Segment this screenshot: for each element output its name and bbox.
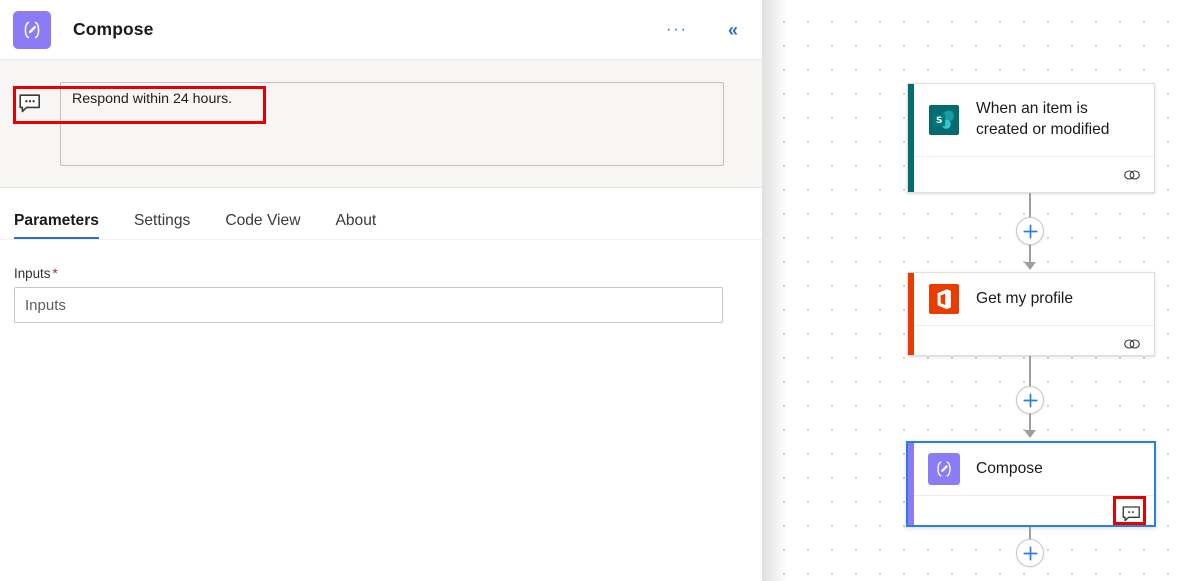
collapse-panel-button[interactable]: « — [720, 17, 746, 43]
required-asterisk: * — [52, 266, 58, 281]
node-title: Compose — [976, 459, 1043, 477]
link-icon[interactable] — [1123, 337, 1141, 351]
node-body: S When an item is created or modified — [914, 84, 1154, 192]
tab-code-view[interactable]: Code View — [225, 212, 300, 239]
node-title: When an item is created or modified — [976, 100, 1110, 138]
flow-node-get-my-profile[interactable]: Get my profile — [907, 272, 1155, 356]
node-title: Get my profile — [976, 289, 1074, 307]
node-header: Compose — [914, 443, 1154, 495]
inputs-field[interactable] — [14, 287, 723, 323]
link-icon[interactable] — [1123, 168, 1141, 182]
inputs-label: Inputs * — [14, 266, 723, 281]
comment-icon[interactable] — [1122, 505, 1141, 522]
flow-designer: Compose ··· « Respond within 24 hours. P… — [0, 0, 1178, 581]
add-step-button-2[interactable] — [1016, 386, 1044, 414]
svg-text:S: S — [936, 116, 942, 126]
node-body: Get my profile — [914, 273, 1154, 355]
compose-app-icon — [13, 10, 51, 49]
comment-icon — [0, 82, 60, 113]
action-details-panel: Compose ··· « Respond within 24 hours. P… — [0, 0, 762, 581]
sharepoint-icon: S — [928, 104, 960, 136]
parameters-panel: Inputs * — [0, 240, 762, 323]
node-footer — [914, 156, 1154, 192]
node-header: S When an item is created or modified — [914, 84, 1154, 156]
panel-header: Compose ··· « — [0, 0, 762, 59]
canvas-edge-shadow — [762, 0, 788, 581]
flow-node-compose[interactable]: Compose — [906, 441, 1156, 527]
flow-canvas[interactable]: S When an item is created or modified Ge… — [762, 0, 1178, 581]
node-footer — [914, 325, 1154, 355]
tab-about[interactable]: About — [335, 212, 376, 239]
more-options-button[interactable]: ··· — [658, 18, 698, 42]
page-title: Compose — [73, 19, 154, 39]
office365-icon — [928, 283, 960, 315]
comment-textarea[interactable]: Respond within 24 hours. — [60, 82, 724, 166]
connector-arrow-2 — [1024, 430, 1036, 438]
connector-line-2 — [1029, 356, 1031, 386]
comment-strip: Respond within 24 hours. — [0, 59, 762, 188]
node-body: Compose — [914, 443, 1154, 525]
node-footer — [914, 495, 1154, 525]
tab-bar: Parameters Settings Code View About — [0, 188, 762, 240]
add-step-button-3[interactable] — [1016, 539, 1044, 567]
flow-node-trigger[interactable]: S When an item is created or modified — [907, 83, 1155, 193]
compose-icon — [928, 453, 960, 485]
add-step-button-1[interactable] — [1016, 217, 1044, 245]
tab-settings[interactable]: Settings — [134, 212, 190, 239]
connector-arrow-1 — [1024, 262, 1036, 270]
tab-parameters[interactable]: Parameters — [14, 212, 99, 239]
node-header: Get my profile — [914, 273, 1154, 325]
inputs-label-text: Inputs — [14, 266, 51, 281]
